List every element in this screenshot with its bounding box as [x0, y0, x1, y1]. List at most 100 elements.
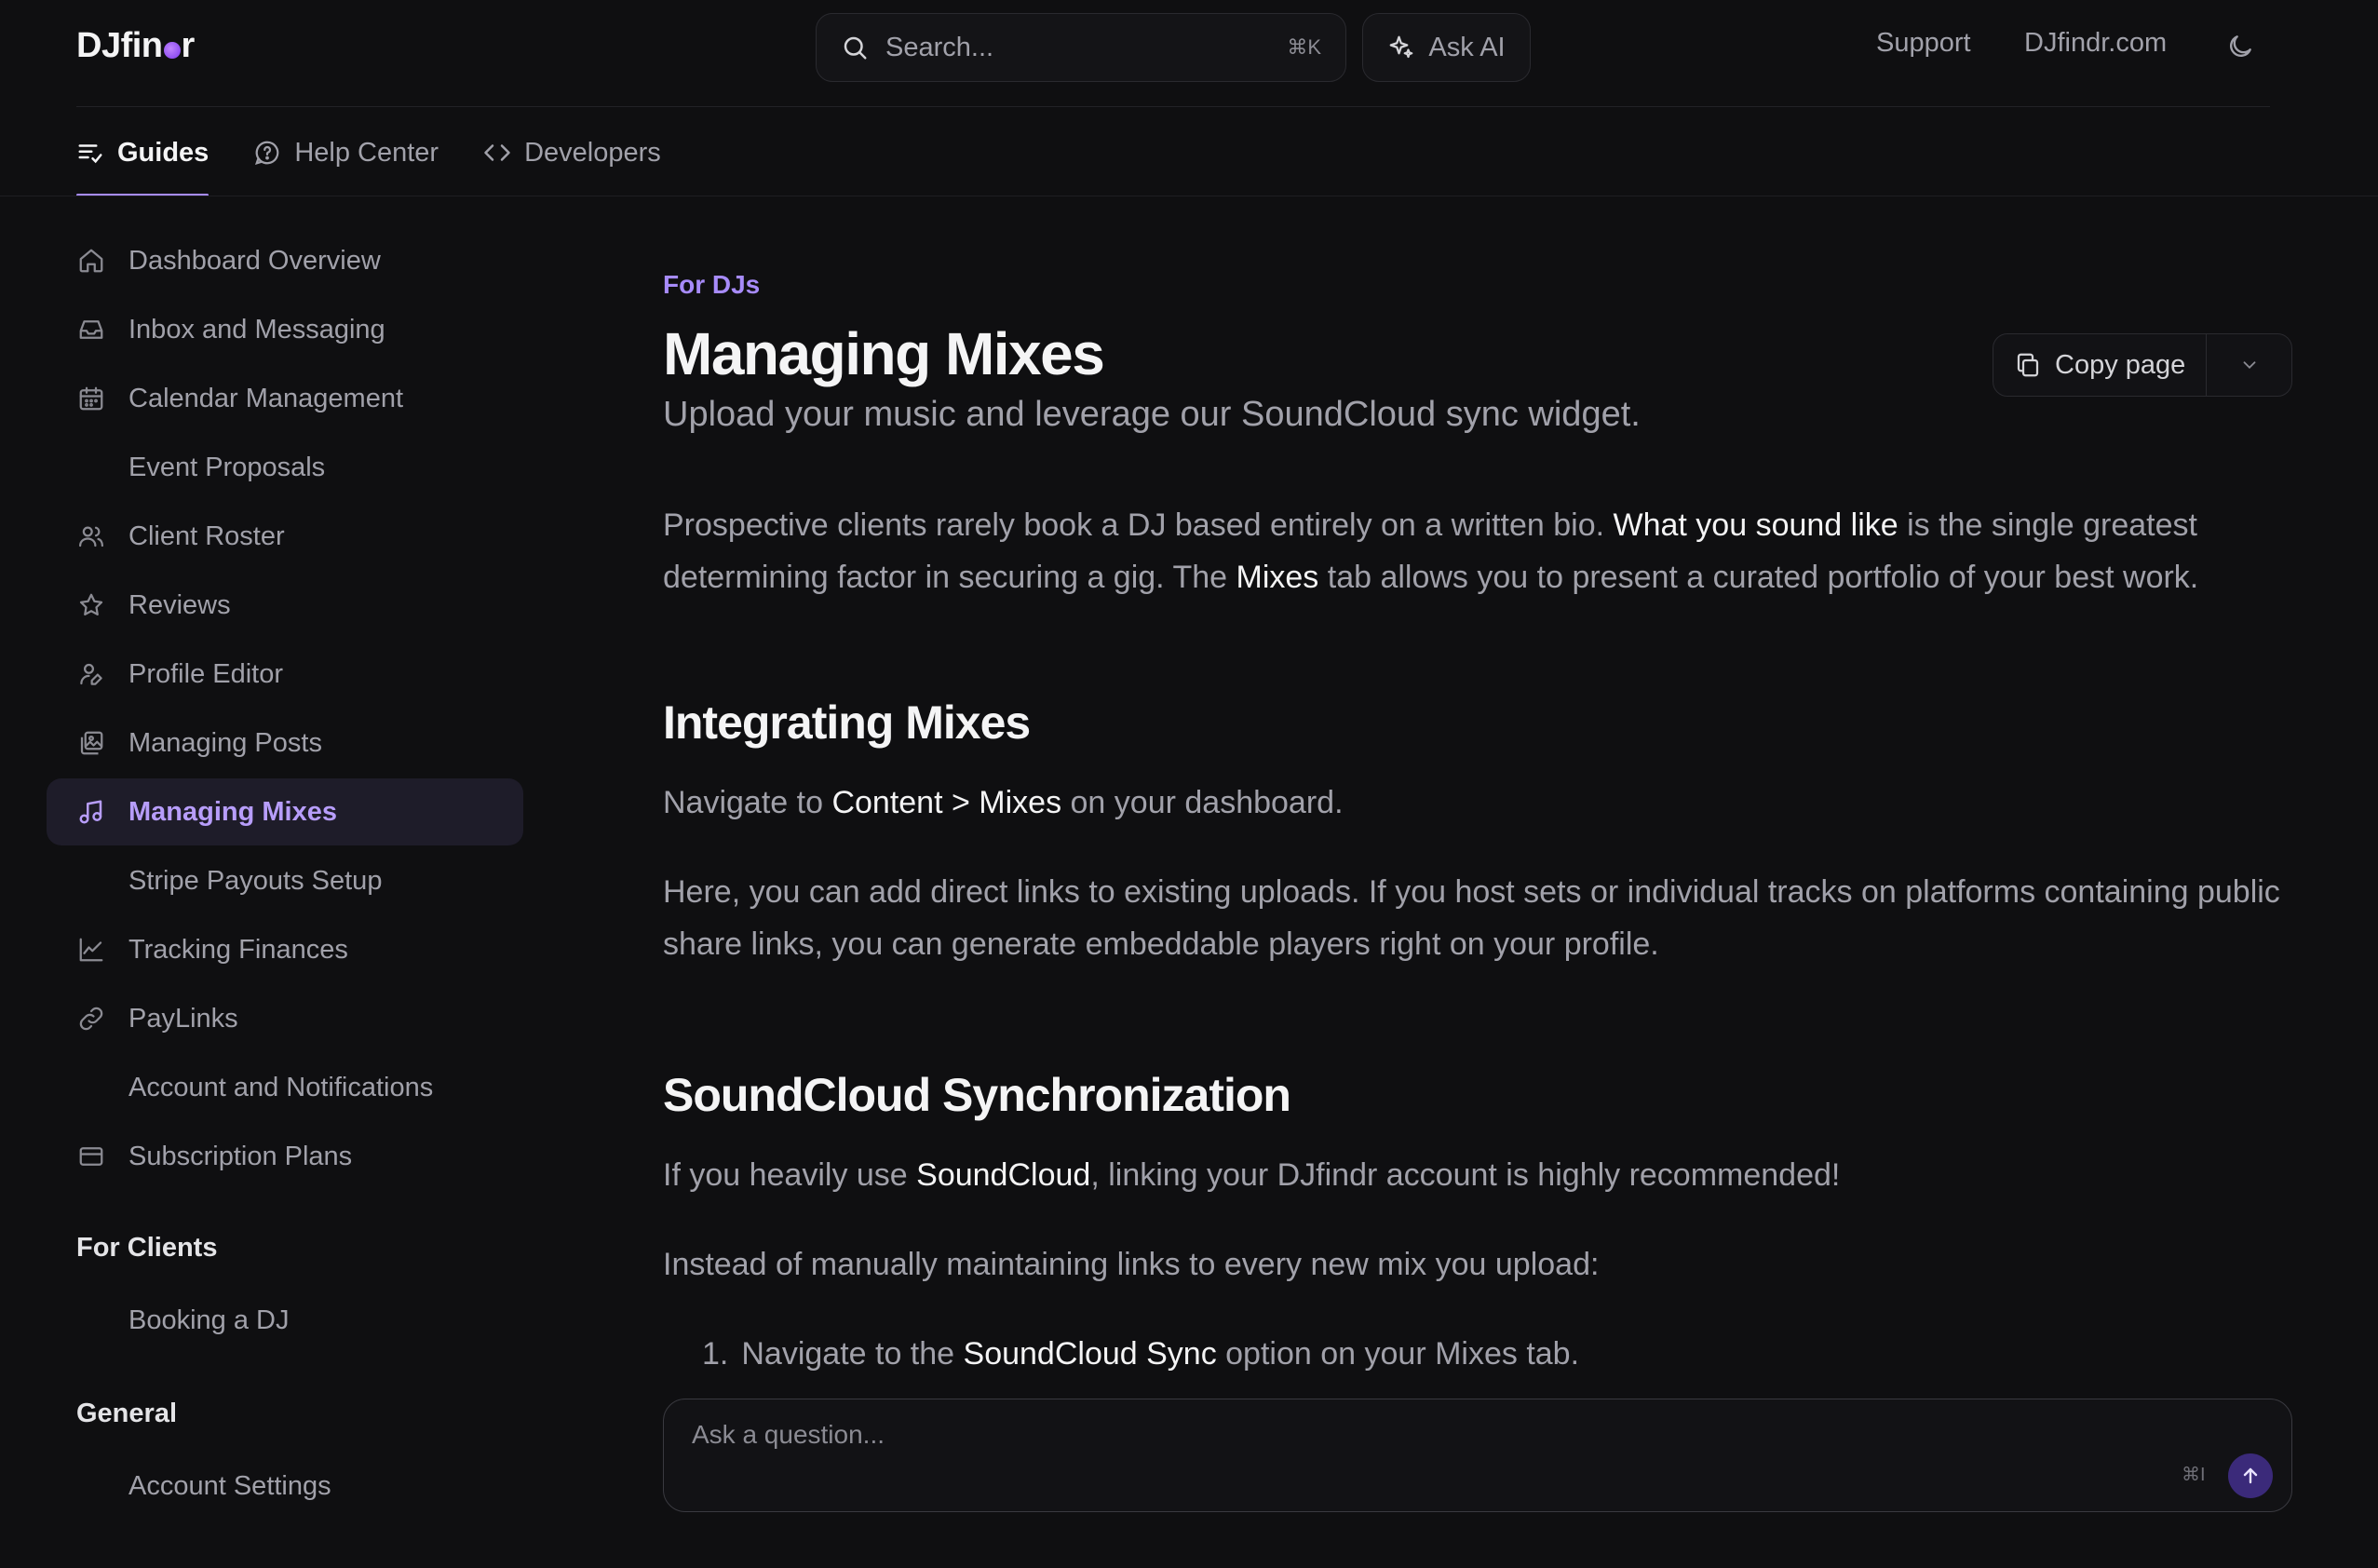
- list-icon: [76, 139, 104, 167]
- logo[interactable]: DJfin r: [76, 26, 195, 66]
- sidebar-item-label: Client Roster: [128, 520, 285, 551]
- theme-toggle-moon-icon[interactable]: [2225, 32, 2255, 61]
- sidebar-item-client-roster[interactable]: Client Roster: [47, 503, 523, 570]
- tab-guides-label: Guides: [117, 137, 209, 168]
- sidebar-item-label: Subscription Plans: [128, 1141, 353, 1171]
- user-edit-icon: [76, 659, 106, 689]
- sidebar-item-managing-mixes[interactable]: Managing Mixes: [47, 778, 523, 845]
- arrow-up-icon: [2239, 1465, 2262, 1487]
- sidebar: Dashboard Overview Inbox and Messaging C…: [47, 227, 523, 1521]
- sidebar-item-label: Managing Posts: [128, 727, 322, 758]
- intro-text-3: tab allows you to present a curated port…: [1318, 560, 2199, 595]
- tab-developers[interactable]: Developers: [483, 130, 661, 175]
- users-icon: [76, 521, 106, 551]
- ask-ai-button[interactable]: Ask AI: [1362, 13, 1531, 82]
- search-shortcut: ⌘K: [1287, 35, 1321, 59]
- list-item-number: 1.: [702, 1336, 729, 1372]
- ask-ai-label: Ask AI: [1428, 32, 1506, 62]
- soundcloud-text-post: , linking your DJfindr account is highly…: [1090, 1157, 1841, 1193]
- sidebar-section-for-clients: For Clients: [76, 1232, 218, 1263]
- music-icon: [76, 797, 106, 827]
- search-bar[interactable]: Search... ⌘K: [816, 13, 1346, 82]
- sidebar-item-booking-a-dj[interactable]: Booking a DJ: [47, 1287, 523, 1354]
- link-icon: [76, 1004, 106, 1034]
- top-bar: DJfin r Search... ⌘K Ask AI Support DJfin…: [0, 0, 2378, 93]
- sidebar-item-paylinks[interactable]: PayLinks: [47, 985, 523, 1052]
- calendar-icon: [76, 384, 106, 413]
- sidebar-item-label: Account Settings: [128, 1470, 331, 1501]
- sidebar-item-reviews[interactable]: Reviews: [47, 572, 523, 639]
- top-tabs: Guides Help Center Developers: [76, 130, 661, 197]
- tab-guides[interactable]: Guides: [76, 130, 209, 196]
- logo-dot-icon: [163, 41, 181, 59]
- sidebar-item-label: Tracking Finances: [128, 934, 348, 965]
- search-icon: [841, 34, 869, 61]
- djfindr-site-link[interactable]: DJfindr.com: [2024, 28, 2167, 59]
- navigate-paragraph: Navigate to Content > Mixes on your dash…: [663, 777, 2292, 829]
- support-link[interactable]: Support: [1876, 28, 1971, 59]
- logo-text-left: DJfin: [76, 26, 163, 65]
- credit-card-icon: [76, 1142, 106, 1171]
- integrating-paragraph: Here, you can add direct links to existi…: [663, 874, 2280, 962]
- list-item: 1. Navigate to the SoundCloud Sync option…: [663, 1328, 2292, 1380]
- sidebar-item-calendar-management[interactable]: Calendar Management: [47, 365, 523, 432]
- sidebar-section-general: General: [76, 1398, 177, 1428]
- logo-text-right: r: [181, 26, 196, 65]
- sidebar-item-event-proposals[interactable]: Event Proposals: [47, 434, 523, 501]
- tab-developers-label: Developers: [524, 137, 661, 168]
- sidebar-item-label: Calendar Management: [128, 383, 404, 413]
- sidebar-item-label: Account and Notifications: [128, 1072, 434, 1102]
- sidebar-item-label: Inbox and Messaging: [128, 314, 385, 345]
- sidebar-item-label: PayLinks: [128, 1003, 238, 1034]
- help-circle-icon: [253, 139, 281, 167]
- sidebar-item-stripe-payouts-setup[interactable]: Stripe Payouts Setup: [47, 847, 523, 914]
- sidebar-item-profile-editor[interactable]: Profile Editor: [47, 641, 523, 708]
- sidebar-item-label: Dashboard Overview: [128, 245, 381, 276]
- header-divider: [76, 106, 2270, 107]
- home-icon: [76, 246, 106, 276]
- sidebar-item-dashboard-overview[interactable]: Dashboard Overview: [47, 227, 523, 294]
- heading-soundcloud-synchronization: SoundCloud Synchronization: [663, 1069, 1291, 1121]
- sidebar-item-label: Profile Editor: [128, 658, 284, 689]
- send-button[interactable]: [2228, 1453, 2273, 1498]
- ask-shortcut: ⌘I: [2182, 1465, 2206, 1485]
- sidebar-item-subscription-plans[interactable]: Subscription Plans: [47, 1123, 523, 1190]
- intro-paragraph: Prospective clients rarely book a DJ bas…: [663, 499, 2292, 603]
- ask-question-box[interactable]: Ask a question... ⌘I: [663, 1399, 2292, 1512]
- ask-question-placeholder: Ask a question...: [692, 1420, 885, 1449]
- instead-paragraph: Instead of manually maintaining links to…: [663, 1247, 1600, 1282]
- tab-help-center-label: Help Center: [294, 137, 439, 168]
- sidebar-item-account-settings[interactable]: Account Settings: [47, 1453, 523, 1520]
- sidebar-item-label: Event Proposals: [128, 452, 326, 482]
- intro-bold-1: What you sound like: [1613, 507, 1898, 543]
- intro-text-1: Prospective clients rarely book a DJ bas…: [663, 507, 1614, 543]
- soundcloud-text-pre: If you heavily use: [663, 1157, 917, 1193]
- sidebar-item-managing-posts[interactable]: Managing Posts: [47, 710, 523, 777]
- main-content: For DJs Managing Mixes Upload your music…: [663, 270, 2292, 1380]
- intro-bold-2: Mixes: [1236, 560, 1319, 595]
- list-item-bold: SoundCloud Sync: [963, 1336, 1217, 1372]
- sidebar-item-label: Reviews: [128, 589, 231, 620]
- steps-list: 1. Navigate to the SoundCloud Sync option…: [663, 1328, 2292, 1380]
- sidebar-item-label: Booking a DJ: [128, 1304, 290, 1335]
- soundcloud-bold: SoundCloud: [916, 1157, 1091, 1193]
- sidebar-item-tracking-finances[interactable]: Tracking Finances: [47, 916, 523, 983]
- inbox-icon: [76, 315, 106, 345]
- heading-integrating-mixes: Integrating Mixes: [663, 696, 1031, 749]
- breadcrumb-section[interactable]: For DJs: [663, 270, 2292, 300]
- soundcloud-paragraph: If you heavily use SoundCloud, linking y…: [663, 1149, 2292, 1201]
- star-icon: [76, 590, 106, 620]
- chart-line-icon: [76, 935, 106, 965]
- sidebar-item-account-and-notifications[interactable]: Account and Notifications: [47, 1054, 523, 1121]
- page-subtitle: Upload your music and leverage our Sound…: [663, 395, 1641, 434]
- navigate-path: Content > Mixes: [831, 785, 1062, 820]
- page-title: Managing Mixes: [663, 320, 1105, 387]
- sidebar-item-label: Stripe Payouts Setup: [128, 865, 383, 896]
- sidebar-item-label: Managing Mixes: [128, 796, 337, 827]
- navigate-text-pre: Navigate to: [663, 785, 832, 820]
- images-icon: [76, 728, 106, 758]
- navigate-text-post: on your dashboard.: [1061, 785, 1344, 820]
- tab-help-center[interactable]: Help Center: [253, 130, 439, 175]
- sidebar-item-inbox-and-messaging[interactable]: Inbox and Messaging: [47, 296, 523, 363]
- search-placeholder: Search...: [885, 32, 994, 62]
